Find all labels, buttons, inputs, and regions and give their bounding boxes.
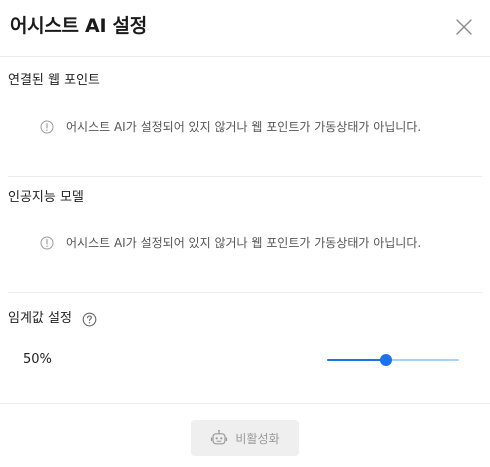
info-circle-icon [40,120,54,134]
close-icon[interactable] [452,15,476,39]
web-point-notice: 어시스트 AI가 설정되어 있지 않거나 웹 포인트가 가동상태가 아닙니다. [40,118,421,136]
help-circle-icon[interactable] [82,312,97,327]
dialog-header: 어시스트 AI 설정 [0,0,490,57]
web-point-notice-text: 어시스트 AI가 설정되어 있지 않거나 웹 포인트가 가동상태가 아닙니다. [66,120,422,134]
ai-model-notice: 어시스트 AI가 설정되어 있지 않거나 웹 포인트가 가동상태가 아닙니다. [40,234,421,252]
threshold-section-title: 임계값 설정 [8,311,72,326]
assist-ai-settings-dialog: 어시스트 AI 설정 연결된 웹 포인트 어시스트 AI가 설정되어 있지 않거… [0,0,490,467]
footer-divider [0,403,490,404]
section-divider [8,292,482,293]
threshold-slider[interactable] [327,353,459,367]
slider-track [327,359,386,361]
robot-icon [210,429,228,447]
section-divider [8,176,482,177]
dialog-title: 어시스트 AI 설정 [10,15,147,37]
ai-model-notice-text: 어시스트 AI가 설정되어 있지 않거나 웹 포인트가 가동상태가 아닙니다. [66,236,422,250]
disable-button[interactable]: 비활성화 [191,420,299,456]
web-point-section-title: 연결된 웹 포인트 [8,73,100,88]
ai-model-section-title: 인공지능 모델 [8,190,84,205]
threshold-value: 50% [23,352,52,367]
disable-button-label: 비활성화 [235,431,280,446]
slider-thumb[interactable] [380,354,392,366]
info-circle-icon [40,236,54,250]
